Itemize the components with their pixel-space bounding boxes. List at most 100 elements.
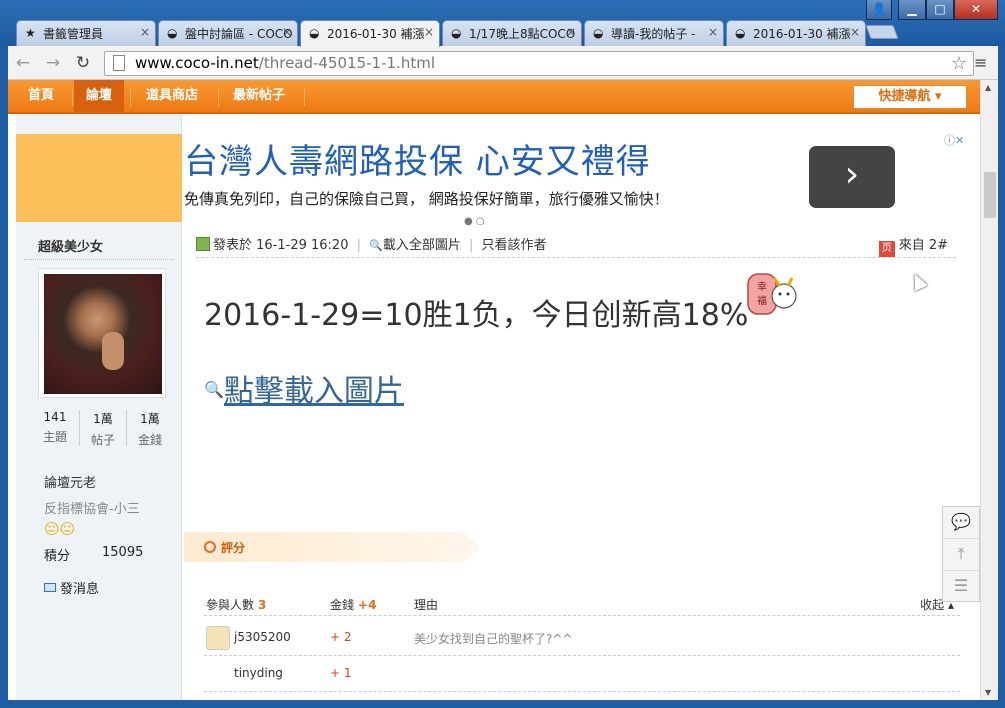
table-row: tinyding + 1	[204, 656, 960, 692]
rater-avatar[interactable]	[206, 662, 230, 686]
post-content: 2016-1-29=10胜1负，今日创新高18%	[204, 298, 749, 333]
tab-label: 2016-01-30 補漲	[753, 27, 851, 41]
author-sidebar: 超級美少女 141 主題 1萬 帖子 1萬 金錢 論壇元老 反指標協會-小三 😐…	[16, 114, 182, 700]
load-all-images-link[interactable]: 載入全部圖片	[383, 238, 461, 253]
nav-latest[interactable]: 最新帖子	[221, 80, 297, 112]
floor-number[interactable]: 页來自 2#	[878, 234, 948, 257]
ad-info-close-icon[interactable]: ⓘ✕	[944, 132, 964, 148]
new-tab-button[interactable]	[865, 25, 899, 39]
bookmark-star-icon[interactable]: ☆	[951, 52, 967, 75]
author-only-link[interactable]: 只看該作者	[482, 238, 547, 253]
table-row: j5305200 + 2 美少女找到自己的聖杯了?^^	[204, 620, 960, 656]
page-icon	[113, 55, 125, 71]
author-name[interactable]: 超級美少女	[38, 236, 103, 255]
nav-divider	[72, 88, 73, 106]
tab-strip: ★ 書籤管理員 × ◒ 盤中討論區 - COCO × ◒ 2016-01-30 …	[0, 0, 1005, 47]
forum-favicon-icon: ◒	[735, 26, 746, 40]
post-date: 發表於 16-1-29 16:20	[213, 238, 349, 253]
stat-topics[interactable]: 141 主題	[30, 410, 80, 445]
rater-name[interactable]: j5305200	[234, 630, 291, 644]
close-icon[interactable]: ×	[140, 25, 150, 39]
close-icon[interactable]: ×	[282, 25, 292, 39]
col-reason: 理由	[414, 598, 439, 612]
tab-label: 2016-01-30 補漲	[327, 27, 425, 41]
forum-favicon-icon: ◒	[167, 26, 178, 40]
close-icon[interactable]: ×	[708, 25, 718, 39]
load-image-link[interactable]: 🔍點擊載入圖片	[204, 366, 404, 410]
nav-divider	[304, 88, 305, 106]
tab-label: 導讀-我的帖子 -	[611, 27, 696, 41]
nav-forum[interactable]: 論壇	[74, 80, 125, 112]
ad-next-button[interactable]: ›	[809, 146, 895, 208]
floor-label: 來自 2#	[898, 238, 948, 253]
stat-value: 1萬	[140, 412, 160, 426]
gold-total: +4	[358, 598, 377, 612]
mail-icon	[44, 583, 56, 592]
tab-current-thread[interactable]: ◒ 2016-01-30 補漲 ×	[300, 20, 440, 47]
close-icon[interactable]: ×	[566, 25, 576, 39]
stat-label: 帖子	[90, 433, 115, 447]
stat-gold[interactable]: 1萬 金錢	[125, 410, 175, 448]
browser-toolbar: ← → ↻ www.coco-in.net/thread-45015-1-1.h…	[8, 46, 998, 80]
sticker-text-bottom: 福	[757, 294, 767, 307]
address-bar[interactable]: www.coco-in.net/thread-45015-1-1.html ☆	[104, 51, 974, 76]
post-body: 台灣人壽網路投保 心安又禮得 免傳真免列印，自己的保險自己買， 網路投保好簡單，…	[184, 114, 964, 700]
minimize-button[interactable]: ▁	[898, 0, 926, 20]
tab-my-posts[interactable]: ◒ 導讀-我的帖子 - ×	[584, 20, 724, 46]
site-nav-bar: 首頁 論壇 道具商店 最新帖子 快捷導航 ▾	[8, 80, 980, 114]
post-meta-bar: 發表於 16-1-29 16:20 | 🔍載入全部圖片 | 只看該作者 页來自 …	[196, 234, 956, 258]
forum-favicon-icon: ◒	[309, 26, 320, 40]
floating-toolbar: 💬 ⤒ ☰	[942, 506, 980, 602]
quick-nav-button[interactable]: 快捷導航 ▾	[853, 85, 967, 109]
back-to-top-icon[interactable]: ⤒	[943, 539, 979, 571]
ad-description[interactable]: 免傳真免列印，自己的保險自己買， 網路投保好簡單，旅行優雅又愉快！	[184, 188, 669, 209]
nav-divider	[130, 88, 131, 106]
stat-label: 金錢	[137, 433, 162, 447]
nav-divider	[218, 88, 219, 106]
star-icon: ★	[25, 26, 36, 40]
user-profile-button[interactable]: 👤	[866, 0, 892, 20]
ad-title[interactable]: 台灣人壽網路投保 心安又禮得	[184, 134, 651, 183]
comment-icon[interactable]: 💬	[943, 507, 979, 539]
tab-label: 盤中討論區 - COCO	[185, 27, 293, 41]
send-message-label: 發消息	[60, 582, 100, 597]
page-scrollbar[interactable]: ▲ ▼	[980, 80, 998, 700]
rating-table-header: 參與人數 3 金錢 +4 理由 收起 ▴	[204, 594, 960, 616]
ad-pager-dots[interactable]: ● ○	[464, 216, 485, 227]
tab-label: 書籤管理員	[43, 27, 104, 41]
sidebar-banner	[16, 134, 182, 222]
tab-thread-2[interactable]: ◒ 2016-01-30 補漲 ×	[726, 20, 866, 46]
scroll-down-icon[interactable]: ▼	[985, 688, 991, 697]
close-icon[interactable]: ×	[850, 25, 860, 39]
forward-button[interactable]: →	[42, 52, 64, 74]
close-icon[interactable]: ×	[424, 25, 434, 39]
smiley-icon: 😐😐	[44, 520, 76, 538]
stat-value: 141	[43, 410, 67, 424]
forum-favicon-icon: ◒	[451, 26, 462, 40]
tab-event[interactable]: ◒ 1/17晚上8點COCO ×	[442, 20, 582, 46]
send-message-link[interactable]: 發消息	[44, 578, 99, 597]
avatar[interactable]	[38, 268, 166, 398]
list-icon[interactable]: ☰	[943, 571, 979, 603]
rater-avatar[interactable]	[206, 626, 230, 650]
scroll-thumb[interactable]	[984, 172, 996, 218]
maximize-button[interactable]: □	[926, 0, 954, 20]
reload-button[interactable]: ↻	[72, 52, 94, 74]
rating-header: 評分	[184, 532, 480, 562]
user-online-icon	[196, 237, 210, 251]
rater-name[interactable]: tinyding	[234, 666, 283, 680]
stat-posts[interactable]: 1萬 帖子	[78, 410, 128, 448]
browser-menu-button[interactable]: ≡	[974, 53, 987, 72]
back-button[interactable]: ←	[12, 52, 34, 74]
nav-shop[interactable]: 道具商店	[134, 80, 210, 112]
tab-bookmarks[interactable]: ★ 書籤管理員 ×	[16, 20, 156, 46]
participants-count: 3	[258, 598, 267, 612]
close-window-button[interactable]: ✕	[954, 0, 998, 20]
rating-icon	[204, 541, 216, 553]
col-gold: 金錢 +4	[330, 598, 377, 612]
nav-home[interactable]: 首頁	[16, 80, 66, 112]
ad-banner[interactable]: 台灣人壽網路投保 心安又禮得 免傳真免列印，自己的保險自己買， 網路投保好簡單，…	[184, 128, 964, 228]
scroll-up-icon[interactable]: ▲	[985, 83, 991, 92]
tab-forum[interactable]: ◒ 盤中討論區 - COCO ×	[158, 20, 298, 46]
magnifier-icon: 🔍	[204, 380, 224, 399]
